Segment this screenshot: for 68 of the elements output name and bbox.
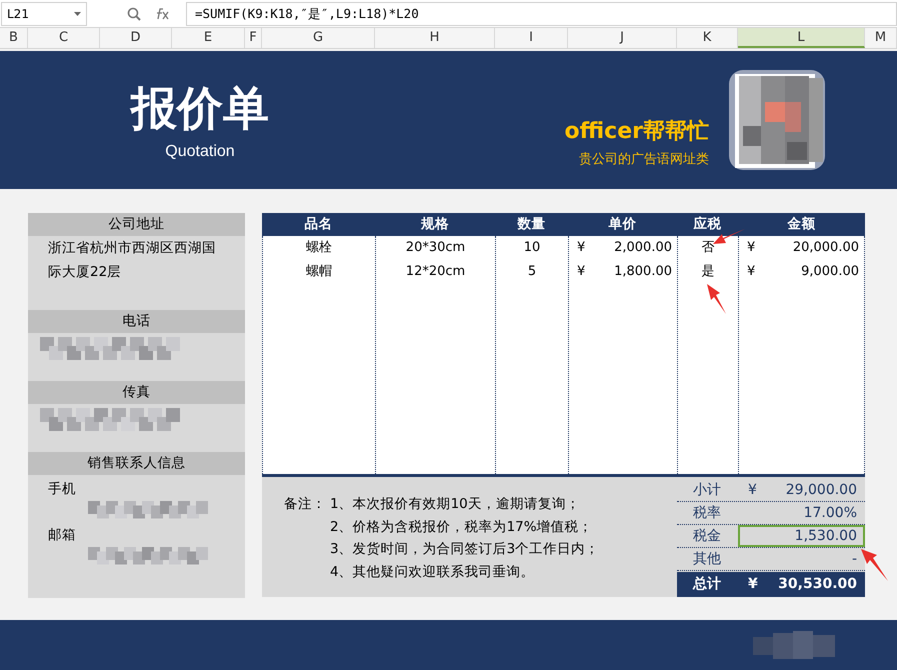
column-header[interactable]: J xyxy=(568,28,677,48)
column-header[interactable]: M xyxy=(865,28,897,48)
column-header[interactable]: D xyxy=(100,28,172,48)
column-header[interactable]: C xyxy=(28,28,100,48)
table-cell-text: 是 xyxy=(702,263,714,281)
annotation-arrow xyxy=(860,548,890,582)
column-title: 品名 xyxy=(304,215,334,234)
section-header: 公司地址 xyxy=(28,213,245,236)
column-header[interactable]: B xyxy=(0,28,28,48)
table-cell-text: 螺栓 xyxy=(306,239,332,257)
column-header[interactable]: E xyxy=(172,28,245,48)
table-cell-text: 1,800.00 xyxy=(614,263,673,281)
table-cell-text: 12*20cm xyxy=(406,263,466,281)
section-header: 电话 xyxy=(28,310,245,333)
table-cell-text: 10 xyxy=(524,239,540,257)
notes-label: 备注： xyxy=(284,495,326,514)
dropdown-icon[interactable] xyxy=(74,12,81,16)
currency-symbol: ¥ xyxy=(746,263,756,281)
column-header[interactable]: I xyxy=(495,28,568,48)
search-icon[interactable] xyxy=(127,6,141,20)
table-cell-text: 20*30cm xyxy=(406,239,466,257)
total-label: 总计 xyxy=(692,575,722,594)
summary-value-text: 1,530.00 xyxy=(794,528,857,544)
name-box[interactable]: L21 xyxy=(1,2,87,26)
column-title: 金额 xyxy=(786,215,816,234)
summary-value-text: 29,000.00 xyxy=(786,482,857,498)
column-header[interactable]: G xyxy=(262,28,375,48)
note-line: 3、发货时间，为合同签订后3个工作日内； xyxy=(330,540,600,559)
currency-symbol: ¥ xyxy=(576,239,586,257)
contact-label: 手机 xyxy=(48,480,77,499)
column-title: 数量 xyxy=(516,215,546,234)
table-cell-text: 否 xyxy=(702,239,714,257)
address-line: 浙江省杭州市西湖区西湖国 xyxy=(48,239,217,258)
summary-label: 税率 xyxy=(692,504,722,523)
summary-label: 税金 xyxy=(692,527,722,546)
title: 报价单 xyxy=(131,80,269,137)
section-header: 销售联系人信息 xyxy=(28,452,245,475)
table-cell-text: 2,000.00 xyxy=(614,239,673,257)
column-header[interactable]: F xyxy=(245,28,262,48)
summary-value-text: 17.00% xyxy=(804,505,857,521)
column-title: 规格 xyxy=(420,215,450,234)
table-cell-text: 20,000.00 xyxy=(792,239,860,257)
brand-name: officer帮帮忙 xyxy=(564,118,709,146)
table-cell-text: 9,000.00 xyxy=(801,263,860,281)
currency-symbol: ¥ xyxy=(746,239,756,257)
slogan: 贵公司的广告语网址类 xyxy=(579,151,709,168)
formula-field[interactable]: =SUMIF(K9:K18,″是″,L9:L18)*L20 xyxy=(186,2,897,26)
section-header: 传真 xyxy=(28,381,245,404)
address-line: 际大厦22层 xyxy=(48,263,122,282)
column-header[interactable]: L xyxy=(738,28,865,48)
summary-label: 其他 xyxy=(692,550,722,569)
note-line: 2、价格为含税报价，税率为17%增值税； xyxy=(330,518,594,536)
subtitle: Quotation xyxy=(165,143,235,161)
table-cell-text: 螺帽 xyxy=(306,263,332,281)
column-title: 单价 xyxy=(608,215,638,234)
column-header[interactable]: H xyxy=(375,28,495,48)
summary-value-text: - xyxy=(852,551,857,567)
note-line: 1、本次报价有效期10天，逾期请复询； xyxy=(330,495,581,514)
total-value: 30,530.00 xyxy=(778,575,857,594)
currency-symbol: ¥ xyxy=(748,482,757,498)
table-cell-text: 5 xyxy=(528,263,536,281)
column-title: 应税 xyxy=(692,215,722,234)
annotation-arrow xyxy=(706,283,728,315)
note-line: 4、其他疑问欢迎联系我司垂询。 xyxy=(330,562,536,582)
summary-label: 小计 xyxy=(692,481,722,500)
currency-symbol: ¥ xyxy=(576,263,586,281)
contact-label: 邮箱 xyxy=(48,526,77,545)
currency-symbol: ¥ xyxy=(748,575,758,594)
